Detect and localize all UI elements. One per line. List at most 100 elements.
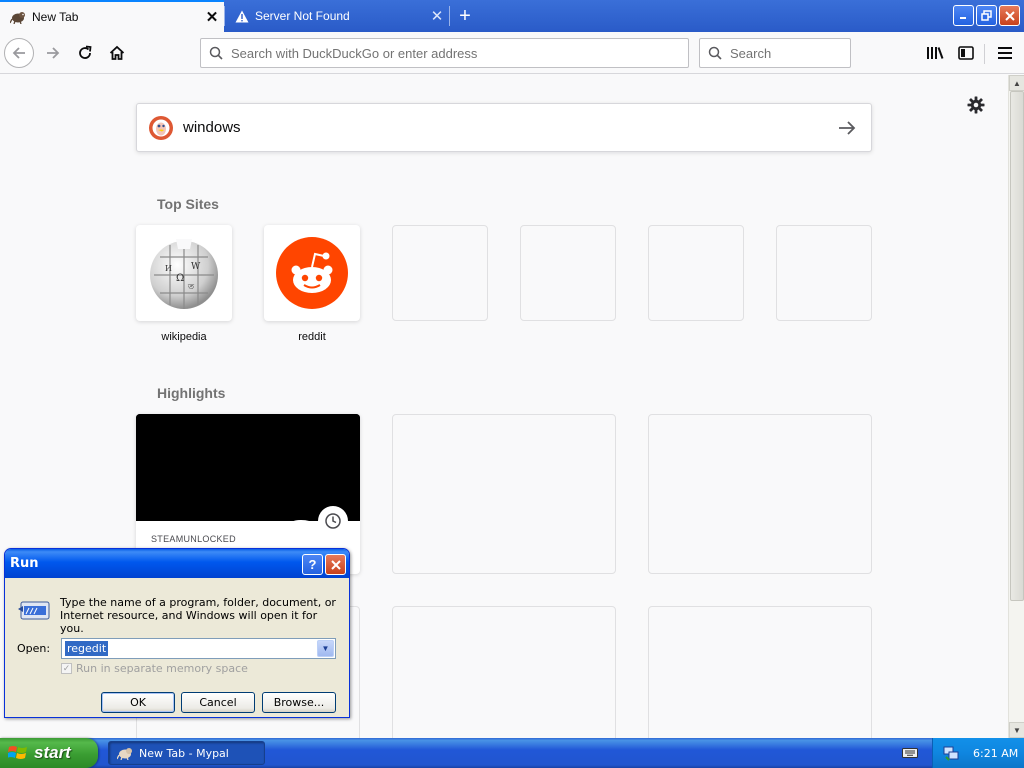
highlight-thumbnail: CHANGED xyxy=(136,414,360,521)
reload-button[interactable] xyxy=(70,38,100,68)
start-button[interactable]: start xyxy=(0,738,98,768)
tab-new-tab[interactable]: New Tab ✕ xyxy=(0,0,224,32)
back-arrow-icon xyxy=(12,47,25,59)
address-bar[interactable]: Search with DuckDuckGo or enter address xyxy=(200,38,689,68)
home-button[interactable] xyxy=(102,38,132,68)
svg-text:Ω: Ω xyxy=(176,273,184,284)
mypal-logo-icon xyxy=(10,12,25,24)
browse-button[interactable]: Browse... xyxy=(262,692,336,713)
window-controls xyxy=(953,5,1020,26)
ok-button[interactable]: OK xyxy=(101,692,175,713)
run-dialog-titlebar[interactable]: Run xyxy=(5,549,349,578)
forward-arrow-icon xyxy=(47,47,60,59)
search-icon xyxy=(209,46,223,60)
page-settings-button[interactable] xyxy=(964,93,988,117)
sidebar-icon xyxy=(958,46,974,60)
vertical-scrollbar[interactable]: ▲ ▼ xyxy=(1008,75,1024,738)
top-site-label: reddit xyxy=(298,331,326,343)
clock: 6:21 AM xyxy=(973,746,1019,760)
reload-icon xyxy=(79,45,92,59)
separate-memory-label: Run in separate memory space xyxy=(76,662,248,675)
reddit-logo-icon xyxy=(276,237,348,309)
empty-highlight-slot xyxy=(648,606,872,738)
address-bar-placeholder: Search with DuckDuckGo or enter address xyxy=(231,45,478,61)
run-dialog-description: Type the name of a program, folder, docu… xyxy=(60,596,336,635)
run-program-icon xyxy=(18,601,50,620)
sidebar-button[interactable] xyxy=(951,38,981,68)
web-search-box[interactable]: windows xyxy=(136,103,872,152)
empty-top-site-slot xyxy=(776,225,872,321)
svg-text:ত: ত xyxy=(187,282,195,291)
search-bar[interactable]: Search xyxy=(699,38,851,68)
close-window-button[interactable] xyxy=(999,5,1020,26)
new-tab-button[interactable]: + xyxy=(452,4,478,28)
top-site-tile-reddit[interactable] xyxy=(264,225,360,321)
scroll-down-button[interactable]: ▼ xyxy=(1009,722,1024,738)
minimize-button[interactable] xyxy=(953,5,974,26)
search-icon xyxy=(708,46,722,60)
network-icon[interactable] xyxy=(943,745,959,761)
windows-logo-icon xyxy=(8,746,27,759)
open-label: Open: xyxy=(17,642,51,655)
close-dialog-button[interactable] xyxy=(325,554,346,575)
top-site-tile-wikipedia[interactable]: Ω W И ত xyxy=(136,225,232,321)
hamburger-menu-icon xyxy=(998,47,1012,59)
run-dialog-title: Run xyxy=(10,556,39,571)
empty-top-site-slot xyxy=(648,225,744,321)
search-submit-button[interactable] xyxy=(829,110,865,146)
back-button[interactable] xyxy=(4,38,34,68)
forward-button[interactable] xyxy=(38,38,68,68)
cancel-button[interactable]: Cancel xyxy=(181,692,255,713)
taskbar-item-mypal[interactable]: New Tab - Mypal xyxy=(108,741,265,765)
open-combobox[interactable]: regedit ▼ xyxy=(61,638,336,659)
navigation-toolbar: Search with DuckDuckGo or enter address … xyxy=(0,32,1024,74)
help-button[interactable]: ? xyxy=(302,554,323,575)
mypal-logo-icon xyxy=(117,748,132,760)
tab-title: Server Not Found xyxy=(255,9,350,23)
open-input[interactable]: regedit xyxy=(65,641,109,656)
duckduckgo-logo-icon xyxy=(149,115,173,140)
library-icon xyxy=(927,47,944,59)
empty-highlight-slot xyxy=(392,414,616,574)
highlight-source: STEAMUNLOCKED xyxy=(151,534,236,544)
empty-top-site-slot xyxy=(520,225,616,321)
taskbar: start New Tab - Mypal 6:21 AM xyxy=(0,738,1024,768)
warning-icon xyxy=(235,10,249,22)
system-tray: 6:21 AM xyxy=(932,738,1024,768)
taskbar-item-label: New Tab - Mypal xyxy=(139,746,229,760)
separate-memory-option: ✓ Run in separate memory space xyxy=(61,662,248,675)
run-dialog: Run ? Type the name of a program, folder… xyxy=(4,548,350,718)
toolbar-separator xyxy=(984,44,985,64)
changed-graphic: CHANGED xyxy=(136,414,360,521)
close-tab-icon[interactable]: ✕ xyxy=(200,5,224,29)
start-label: start xyxy=(34,743,71,762)
highlights-heading: Highlights xyxy=(157,385,226,401)
close-tab-icon[interactable]: ✕ xyxy=(425,4,449,28)
restore-button[interactable] xyxy=(976,5,997,26)
svg-text:И: И xyxy=(165,264,172,273)
library-button[interactable] xyxy=(920,38,950,68)
clock-icon xyxy=(318,506,348,536)
arrow-right-icon xyxy=(839,120,856,135)
empty-highlight-slot xyxy=(392,606,616,738)
separate-memory-checkbox: ✓ xyxy=(61,663,72,674)
top-sites-heading: Top Sites xyxy=(157,196,219,212)
empty-highlight-slot xyxy=(648,414,872,574)
scroll-up-button[interactable]: ▲ xyxy=(1009,75,1024,91)
top-site-label: wikipedia xyxy=(161,331,207,343)
wikipedia-logo-icon: Ω W И ত xyxy=(150,239,218,309)
home-icon xyxy=(109,45,125,60)
gear-icon xyxy=(967,96,985,114)
close-icon xyxy=(330,559,341,570)
tab-separator xyxy=(449,6,450,26)
empty-top-site-slot xyxy=(392,225,488,321)
tab-strip: New Tab ✕ Server Not Found ✕ + xyxy=(0,0,1024,32)
keyboard-icon[interactable] xyxy=(902,746,918,759)
search-bar-placeholder: Search xyxy=(730,45,772,61)
menu-button[interactable] xyxy=(990,38,1020,68)
tab-server-not-found[interactable]: Server Not Found ✕ xyxy=(225,0,449,32)
svg-text:W: W xyxy=(191,262,201,272)
chevron-down-icon[interactable]: ▼ xyxy=(317,640,334,657)
tab-title: New Tab xyxy=(32,10,79,24)
scroll-thumb[interactable] xyxy=(1010,91,1024,601)
